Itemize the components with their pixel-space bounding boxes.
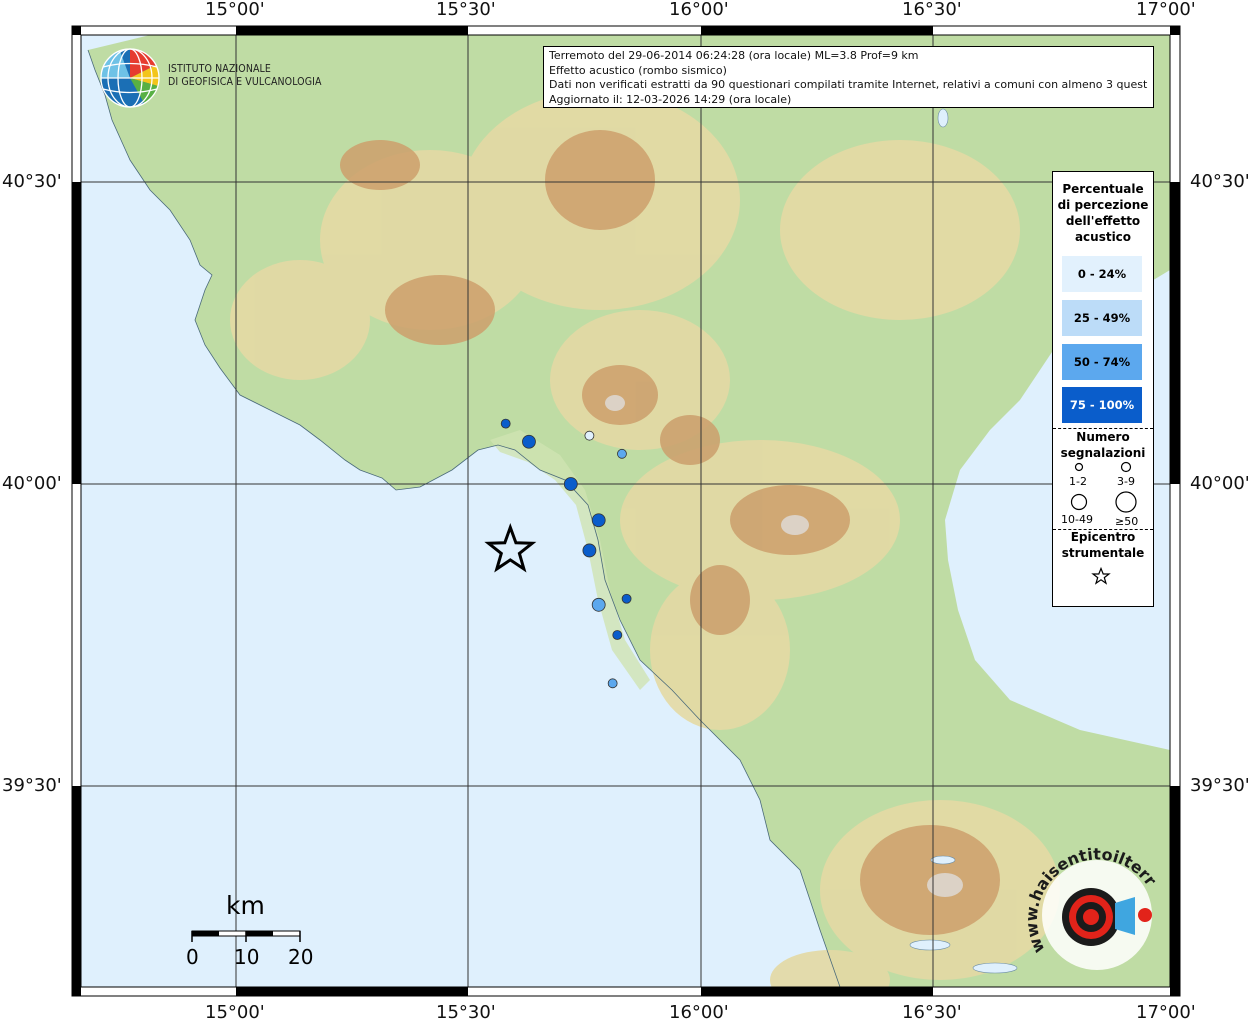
legend-epicenter-title-1: Epicentro bbox=[1070, 530, 1136, 544]
ingv-logo-text: ISTITUTO NAZIONALE DI GEOFISICA E VULCAN… bbox=[168, 63, 322, 89]
event-info-line3: Dati non verificati estratti da 90 quest… bbox=[549, 78, 1148, 91]
legend-star-icon bbox=[1091, 566, 1111, 585]
ingv-logo-icon bbox=[100, 48, 160, 108]
legend-size-2: 3-9 bbox=[1117, 475, 1135, 488]
lon-tick-bottom-3: 16°00' bbox=[669, 1002, 729, 1023]
observation-point-11 bbox=[607, 678, 618, 689]
scale-label-0: 0 bbox=[186, 945, 199, 969]
ingv-logo-line1: ISTITUTO NAZIONALE bbox=[168, 63, 271, 75]
event-info-line4: Aggiornato il: 12-03-2026 14:29 (ora loc… bbox=[549, 92, 792, 106]
observation-point-7 bbox=[582, 543, 597, 558]
lon-tick-top-3: 16°00' bbox=[669, 0, 729, 20]
legend-size-3: 10-49 bbox=[1061, 513, 1093, 526]
legend-epicenter-title-2: strumentale bbox=[1061, 546, 1145, 560]
lon-tick-top-5: 17°00' bbox=[1136, 0, 1196, 20]
legend-size-4: ≥50 bbox=[1115, 515, 1139, 528]
lon-tick-bottom-1: 15°00' bbox=[205, 1002, 265, 1023]
observation-point-9 bbox=[621, 593, 632, 604]
scale-label-20: 20 bbox=[288, 945, 314, 969]
observation-point-6 bbox=[591, 513, 606, 528]
lon-tick-bottom-5: 17°00' bbox=[1136, 1002, 1196, 1023]
lat-tick-right-1: 40°30' bbox=[1190, 171, 1250, 192]
lat-tick-left-3: 39°30' bbox=[2, 775, 62, 796]
lon-tick-bottom-2: 15°30' bbox=[436, 1002, 496, 1023]
observation-point-1 bbox=[500, 418, 511, 429]
lon-tick-top-4: 16°30' bbox=[902, 0, 962, 20]
lon-tick-top-1: 15°00' bbox=[205, 0, 265, 20]
legend-size-1: 1-2 bbox=[1069, 475, 1087, 488]
lat-tick-right-2: 40°00' bbox=[1190, 473, 1250, 494]
lon-tick-top-2: 15°30' bbox=[436, 0, 496, 20]
observation-point-5 bbox=[563, 477, 578, 491]
lat-tick-right-3: 39°30' bbox=[1190, 775, 1250, 796]
observation-point-4 bbox=[617, 448, 627, 459]
ingv-logo-line2: DI GEOFISICA E VULCANOLOGIA bbox=[168, 76, 322, 88]
observation-point-2 bbox=[522, 434, 536, 449]
observation-point-3 bbox=[584, 430, 595, 441]
event-info-line1: Terremoto del 29-06-2014 06:24:28 (ora l… bbox=[549, 49, 919, 62]
scale-unit: km bbox=[226, 891, 265, 920]
lon-tick-bottom-4: 16°30' bbox=[902, 1002, 962, 1023]
event-info-box: Terremoto del 29-06-2014 06:24:28 (ora l… bbox=[543, 46, 1154, 108]
lat-tick-left-2: 40°00' bbox=[2, 473, 62, 494]
observation-point-8 bbox=[591, 597, 606, 612]
event-info-line2: Effetto acustico (rombo sismico) bbox=[549, 63, 727, 77]
observation-point-10 bbox=[612, 630, 623, 640]
legend-box: Percentuale di percezione dell'effetto a… bbox=[1052, 171, 1154, 607]
scale-label-10: 10 bbox=[234, 945, 260, 969]
lat-tick-left-1: 40°30' bbox=[2, 171, 62, 192]
